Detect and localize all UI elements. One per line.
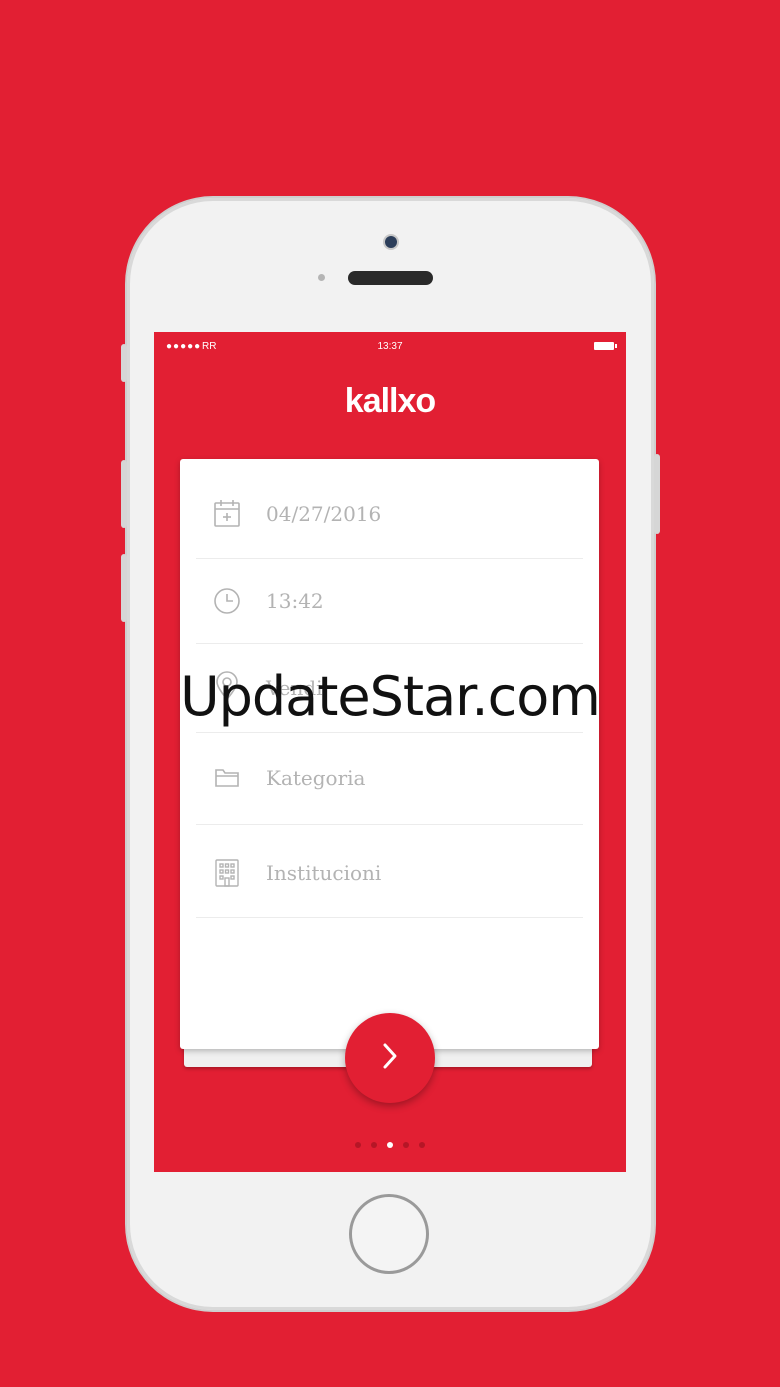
earpiece-speaker <box>348 271 433 285</box>
building-icon <box>212 858 242 888</box>
front-camera <box>385 236 397 248</box>
status-time: 13:37 <box>377 341 403 352</box>
mute-switch <box>121 344 127 382</box>
page-dot[interactable] <box>355 1142 361 1148</box>
proximity-sensor <box>318 274 325 281</box>
category-field[interactable]: Kategoria <box>196 732 583 825</box>
battery-icon <box>594 342 617 350</box>
time-value: 13:42 <box>266 589 324 613</box>
power-button <box>654 454 660 534</box>
app-logo: kallxo <box>344 382 436 420</box>
report-form-card: 04/27/2016 13:42 Vendi Kategoria Institu… <box>180 459 599 1049</box>
phone-frame: ●●●●● RR 13:37 kallxo 04/27/2016 13:42 V… <box>121 198 660 1310</box>
volume-up-button <box>121 460 127 528</box>
page-dot[interactable] <box>403 1142 409 1148</box>
page-dot-active[interactable] <box>387 1142 393 1148</box>
volume-down-button <box>121 554 127 622</box>
page-dot[interactable] <box>371 1142 377 1148</box>
clock-icon <box>212 586 242 616</box>
category-placeholder: Kategoria <box>266 766 366 790</box>
time-field[interactable]: 13:42 <box>196 558 583 644</box>
date-field[interactable]: 04/27/2016 <box>196 459 583 559</box>
status-bar: ●●●●● RR 13:37 <box>154 332 626 360</box>
folder-icon <box>212 762 242 792</box>
chevron-right-icon <box>379 1041 401 1076</box>
date-value: 04/27/2016 <box>266 502 382 526</box>
page-dot[interactable] <box>419 1142 425 1148</box>
app-screen: ●●●●● RR 13:37 kallxo 04/27/2016 13:42 V… <box>154 332 626 1172</box>
home-button[interactable] <box>349 1194 429 1274</box>
institution-field[interactable]: Institucioni <box>196 824 583 918</box>
calendar-add-icon <box>212 498 242 528</box>
next-button[interactable] <box>345 1013 435 1103</box>
watermark-text: UpdateStar.com <box>180 665 601 728</box>
institution-placeholder: Institucioni <box>266 861 382 885</box>
page-indicator <box>154 1142 626 1148</box>
